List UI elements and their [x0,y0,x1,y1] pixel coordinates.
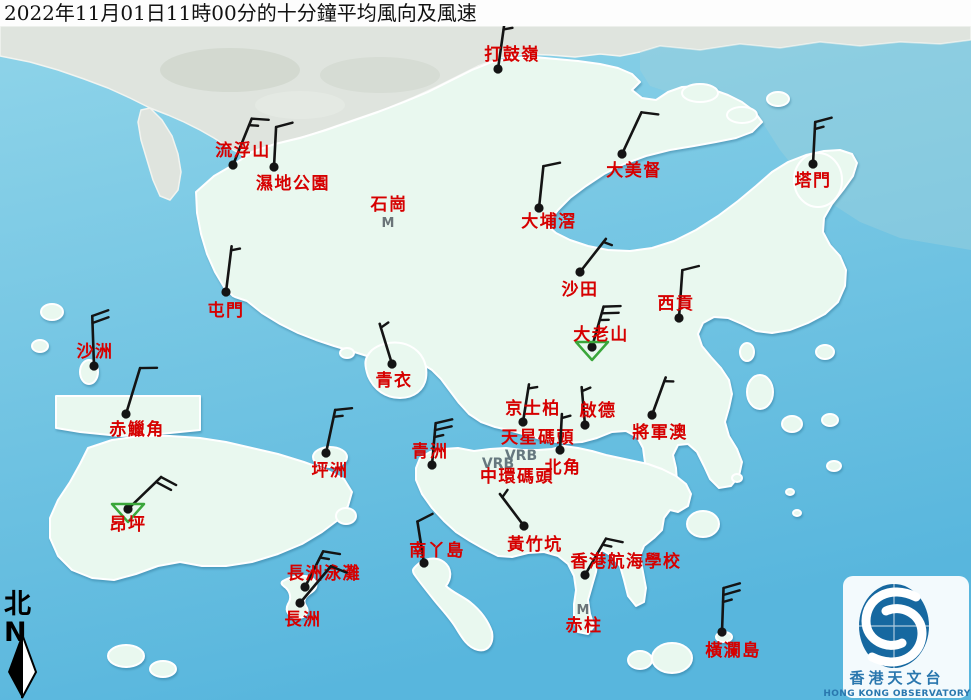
island [32,340,48,352]
station-dot[interactable] [580,420,589,429]
island-lung-kwu-chau [41,304,63,320]
station-label[interactable]: 中環碼頭 [480,466,554,487]
station-dot[interactable] [269,162,278,171]
station-label[interactable]: 屯門 [208,300,245,321]
station-label[interactable]: 流浮山 [215,140,271,161]
station-dot[interactable] [717,627,726,636]
wind-barb-half-tick [320,558,329,559]
island-soko [150,661,176,677]
station-dot[interactable] [674,313,683,322]
island [740,343,754,361]
hk-wind-map: 打鼓嶺流浮山濕地公園 M石崗 大美督 塔門大埔滘沙田西貢沙洲 屯門大老山青衣赤鱲角 京士柏… [0,0,971,700]
island-soko [108,645,144,667]
station-label[interactable]: 大美督 [606,160,662,181]
wind-barb-full-tick [604,306,621,307]
station-label[interactable]: 赤鱲角 [109,419,165,440]
station-dot[interactable] [493,64,502,73]
wind-barb-half-tick [231,249,240,251]
station-label[interactable]: 沙洲 [77,342,114,362]
hko-name-english: HONG KONG OBSERVATORY [823,689,970,699]
wind-barb-half-tick [334,416,343,417]
shenzhen-urban-texture [255,91,345,119]
north-label-chinese: 北 [4,589,31,620]
station-label[interactable]: 打鼓嶺 [484,44,540,65]
station-label[interactable]: 大埔滘 [521,211,577,232]
island [793,510,801,516]
station-label[interactable]: 沙田 [562,280,599,300]
island [816,345,834,359]
station-dot[interactable] [555,445,564,454]
station-label[interactable]: 昂坪 [110,515,147,535]
station-dot[interactable] [647,410,656,419]
station-dot[interactable] [575,267,584,276]
island-kau-sai-chau [747,375,773,409]
missing-data-indicator: M [382,216,395,231]
station-dot[interactable] [321,448,330,457]
wind-barb-full-tick [602,313,619,314]
station-label[interactable]: 黃竹坑 [506,534,563,555]
station-label[interactable]: 啟德 [580,400,617,421]
island-tung-lung [687,511,719,537]
station-dot[interactable] [221,287,230,296]
station-label[interactable]: 南丫島 [409,540,465,561]
island [682,84,718,102]
station-label[interactable]: 坪洲 [312,461,349,481]
island [727,107,757,123]
wind-map-page: 打鼓嶺流浮山濕地公園 M石崗 大美督 塔門大埔滘沙田西貢沙洲 屯門大老山青衣赤鱲角 京士柏… [0,0,971,700]
station-dot[interactable] [808,159,817,168]
station-label[interactable]: 塔門 [795,170,832,191]
station-dot[interactable] [295,598,304,607]
wind-barb-half-tick [249,125,258,126]
title-bar: 2022年11月01日11時00分的十分鐘平均風向及風速 [0,0,971,26]
island [827,461,841,471]
island-po-toi [652,643,692,673]
station-label[interactable]: 青衣 [376,370,413,391]
map-title: 2022年11月01日11時00分的十分鐘平均風向及風速 [4,1,477,25]
station-label[interactable]: 天星碼頭 [501,428,575,448]
wind-barb-full-tick [252,119,269,120]
station-label[interactable]: 香港航海學校 [571,551,682,572]
station-label[interactable]: 將軍澳 [632,422,688,443]
station-label[interactable]: 青洲 [412,441,449,462]
shenzhen-urban-texture [160,48,300,92]
wind-barb-half-tick [528,387,537,388]
station-label[interactable]: 西貢 [658,294,695,314]
station-label[interactable]: 橫瀾島 [705,640,761,661]
island [782,416,802,432]
island [786,489,794,495]
island [628,651,652,669]
wind-barb-half-tick [504,28,513,30]
station-label[interactable]: 長洲 [285,610,322,630]
station-dot[interactable] [387,359,396,368]
station-dot[interactable] [89,361,98,370]
island [336,508,356,524]
station-dot[interactable] [617,149,626,158]
station-label[interactable]: 濕地公園 [256,173,330,194]
shenzhen-urban-texture [320,57,440,93]
station-label[interactable]: 大老山 [573,324,629,345]
station-dot[interactable] [519,521,528,530]
island [732,474,742,482]
station-label[interactable]: 京士柏 [505,398,561,419]
hko-name-chinese: 香港天文台 [849,669,944,687]
station-dot[interactable] [228,160,237,169]
station-label[interactable]: 石崗 [370,195,408,215]
island-ma-wan [340,348,354,358]
station-dot[interactable] [121,409,130,418]
station-label[interactable]: 赤柱 [566,615,603,636]
station-dot[interactable] [123,504,132,513]
island [767,92,789,106]
island [822,414,838,426]
hko-logo: 香港天文台 HONG KONG OBSERVATORY [823,576,970,699]
